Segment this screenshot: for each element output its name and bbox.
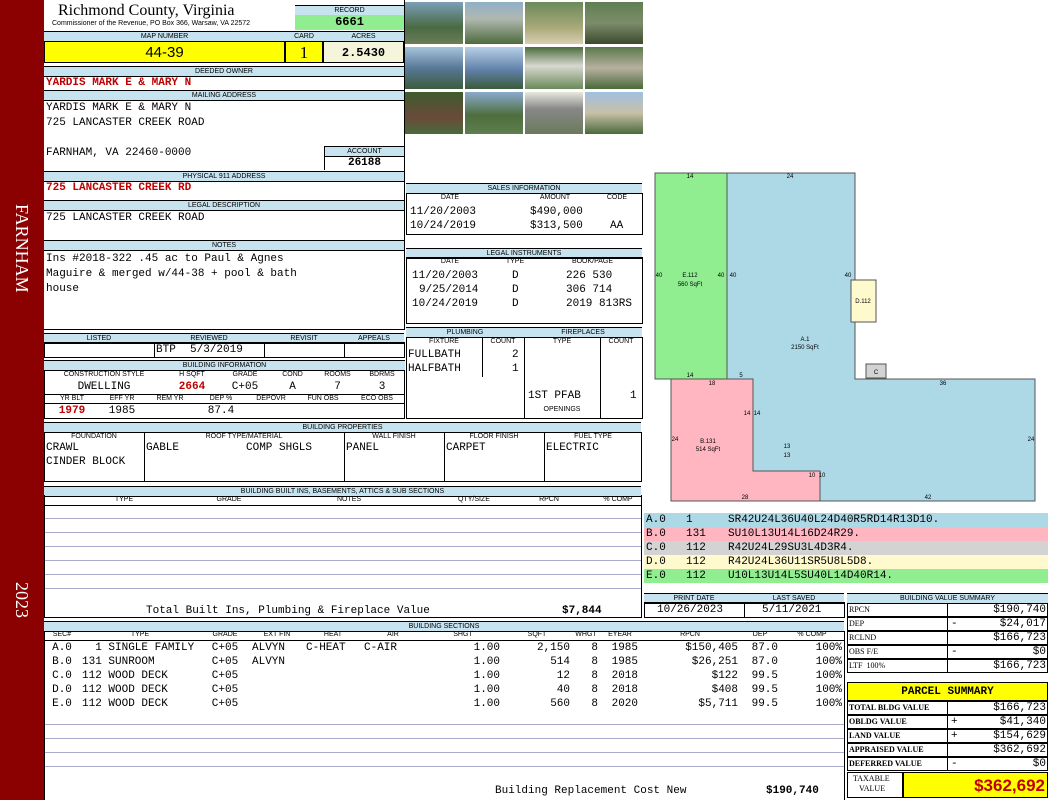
parcel-summary-title: PARCEL SUMMARY: [847, 682, 1048, 701]
builtins-box: [44, 495, 642, 618]
sketch-e-area: 560 SqFt: [678, 282, 703, 288]
sketch-b-label: B.131: [700, 439, 716, 445]
side-band-location: FARNHAM: [12, 203, 32, 293]
photo-2: [465, 2, 523, 44]
side-band-year: 2023: [12, 582, 32, 618]
ps-row-2-label: LAND VALUE: [849, 731, 901, 740]
ps-row-4-value: $0: [1032, 758, 1046, 770]
sketch-a-label: A.1: [800, 337, 810, 343]
sketch-row-4-vectors: U10L13U14L5SU40L14D40R14.: [728, 570, 894, 582]
sketch-dim-3: 40: [730, 273, 737, 279]
sections-box: [44, 631, 845, 800]
photo-1: [405, 2, 463, 44]
sketch-row-0-sec: A.0: [646, 514, 666, 526]
sales-box: [406, 193, 643, 235]
sketch-dim-16: 10: [819, 473, 826, 479]
sketch-dim-7: 18: [709, 381, 716, 387]
photo-8: [585, 47, 643, 89]
vs-row-3-label: OBS F/E: [849, 647, 879, 656]
photo-7: [525, 47, 583, 89]
legal-instruments-box: [406, 257, 643, 324]
ps-row-0-label: TOTAL BLDG VALUE: [849, 703, 930, 712]
vs-row-2-label: RCLND: [849, 633, 877, 642]
sketch-d-label: D.112: [855, 299, 871, 305]
sketch-dim-1: 24: [787, 174, 794, 180]
sketch-row-4-sec: E.0: [646, 570, 666, 582]
ps-row-3-label: APPRAISED VALUE: [849, 745, 924, 754]
sketch-dim-17: 24: [1028, 437, 1035, 443]
sketch-c-label: C: [874, 370, 879, 376]
sketch-dim-9: 36: [940, 381, 947, 387]
sketch-row-0-vectors: SR42U24L36U40L24D40R5RD14R13D10.: [728, 514, 940, 526]
sketch-row-1-vectors: SU10L13U14L16D24R29.: [728, 528, 861, 540]
sketch-a-area: 2150 SqFt: [791, 345, 819, 351]
photo-5: [405, 47, 463, 89]
sketch-b-area: 514 SqFt: [696, 447, 721, 453]
vs-row-0-label: RPCN: [849, 605, 870, 614]
vs-row-1-label: DEP: [849, 619, 865, 628]
photo-6: [465, 47, 523, 89]
ps-row-1-label: OBLDG VALUE: [849, 717, 907, 726]
sketch-dim-14: 13: [784, 453, 791, 459]
photo-3: [525, 2, 583, 44]
ps-row-0-value: $166,723: [993, 702, 1046, 714]
vs-row-2-value: $166,723: [993, 632, 1046, 644]
sketch-dim-12: 24: [672, 437, 679, 443]
sketch-row-2-vectors: R42U24L29SU3L4D3R4.: [728, 542, 854, 554]
vs-row-1-value: $24,017: [999, 618, 1046, 630]
sketch-dim-0: 14: [687, 174, 694, 180]
sketch-dim-10: 14: [744, 411, 751, 417]
sketch-row-4-code: 112: [686, 570, 706, 582]
photo-4: [585, 2, 643, 44]
sketch-a-section: [726, 172, 1036, 502]
sketch-e-label: E.112: [682, 273, 698, 279]
photo-10: [465, 92, 523, 134]
ps-row-1-value: $41,340: [999, 716, 1046, 728]
taxable-value: $362,692: [903, 772, 1048, 798]
photo-11: [525, 92, 583, 134]
sketch-row-0-code: 1: [686, 514, 693, 526]
side-band: [0, 0, 44, 800]
sketch-row-3-vectors: R42U24L36U11SR5U8L5D8.: [728, 556, 874, 568]
sketch-row-1-code: 131: [686, 528, 706, 540]
vs-row-4-label: LTF 100%: [849, 661, 886, 670]
sketch-dim-15: 10: [809, 473, 816, 479]
vs-row-0-value: $190,740: [993, 604, 1046, 616]
sketch-dim-4: 40: [718, 273, 725, 279]
sketch-row-3-sec: D.0: [646, 556, 666, 568]
properties-box: [44, 432, 642, 482]
sketch-dim-11: 14: [754, 411, 761, 417]
sketch-row-2-sec: C.0: [646, 542, 666, 554]
vs-row-3-value: $0: [1032, 646, 1046, 658]
photo-12: [585, 92, 643, 134]
sketch-dim-6: 14: [687, 373, 694, 379]
sketch-dim-2: 40: [656, 273, 663, 279]
sketch-row-2-code: 112: [686, 542, 706, 554]
listing-box: [44, 342, 405, 358]
building-sketch: E.112 560 SqFt A.1 2150 SqFt B.131 514 S…: [654, 172, 1036, 502]
left-column-border: [44, 0, 405, 330]
taxable-box: [847, 772, 903, 798]
vs-row-4-value: $166,723: [993, 660, 1046, 672]
sketch-dim-5: 40: [845, 273, 852, 279]
ps-row-2-value: $154,629: [993, 730, 1046, 742]
sketch-dim-18: 28: [742, 495, 749, 501]
property-photos: [405, 0, 645, 136]
ps-row-4-label: DEFERRED VALUE: [849, 759, 922, 768]
ps-row-3-value: $362,692: [993, 744, 1046, 756]
sketch-dim-13: 13: [784, 444, 791, 450]
photo-9: [405, 92, 463, 134]
sketch-row-3-code: 112: [686, 556, 706, 568]
sketch-dim-19: 42: [925, 495, 932, 501]
sketch-row-1-sec: B.0: [646, 528, 666, 540]
